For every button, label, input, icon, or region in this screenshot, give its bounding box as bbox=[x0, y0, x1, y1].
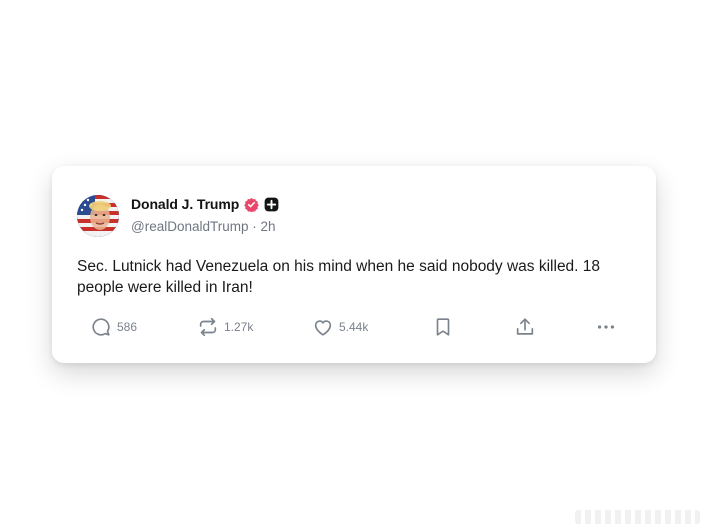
post-card[interactable]: Donald J. Trump @realDonaldTrump · 2h Se… bbox=[52, 166, 656, 363]
repost-button[interactable]: 1.27k bbox=[197, 314, 253, 340]
plus-badge-icon bbox=[264, 197, 279, 212]
bookmark-icon bbox=[432, 316, 454, 338]
more-options-button[interactable] bbox=[595, 314, 617, 340]
reply-icon bbox=[90, 316, 112, 338]
page: Donald J. Trump @realDonaldTrump · 2h Se… bbox=[0, 0, 710, 532]
watermark bbox=[575, 510, 700, 524]
verified-badge-icon bbox=[244, 197, 259, 212]
post-text: Sec. Lutnick had Venezuela on his mind w… bbox=[77, 258, 601, 296]
avatar[interactable] bbox=[77, 195, 119, 237]
like-button[interactable]: 5.44k bbox=[312, 314, 368, 340]
like-count: 5.44k bbox=[339, 320, 369, 334]
reply-button[interactable]: 586 bbox=[90, 314, 137, 340]
repost-count: 1.27k bbox=[224, 320, 254, 334]
action-bar: 586 1.27k 5.44k bbox=[52, 314, 656, 340]
more-icon bbox=[595, 316, 617, 338]
post-time[interactable]: 2h bbox=[261, 219, 276, 234]
share-icon bbox=[514, 316, 536, 338]
reply-count: 586 bbox=[117, 320, 138, 334]
bookmark-button[interactable] bbox=[432, 314, 454, 340]
like-icon bbox=[312, 316, 334, 338]
share-button[interactable] bbox=[514, 314, 536, 340]
meta-separator: · bbox=[252, 219, 257, 234]
author-display-name[interactable]: Donald J. Trump bbox=[131, 196, 239, 212]
author-name-row: Donald J. Trump bbox=[131, 195, 279, 213]
avatar-image bbox=[77, 195, 119, 237]
author-handle-row: @realDonaldTrump · 2h bbox=[131, 219, 276, 234]
author-handle[interactable]: @realDonaldTrump bbox=[131, 219, 249, 234]
repost-icon bbox=[197, 316, 219, 338]
